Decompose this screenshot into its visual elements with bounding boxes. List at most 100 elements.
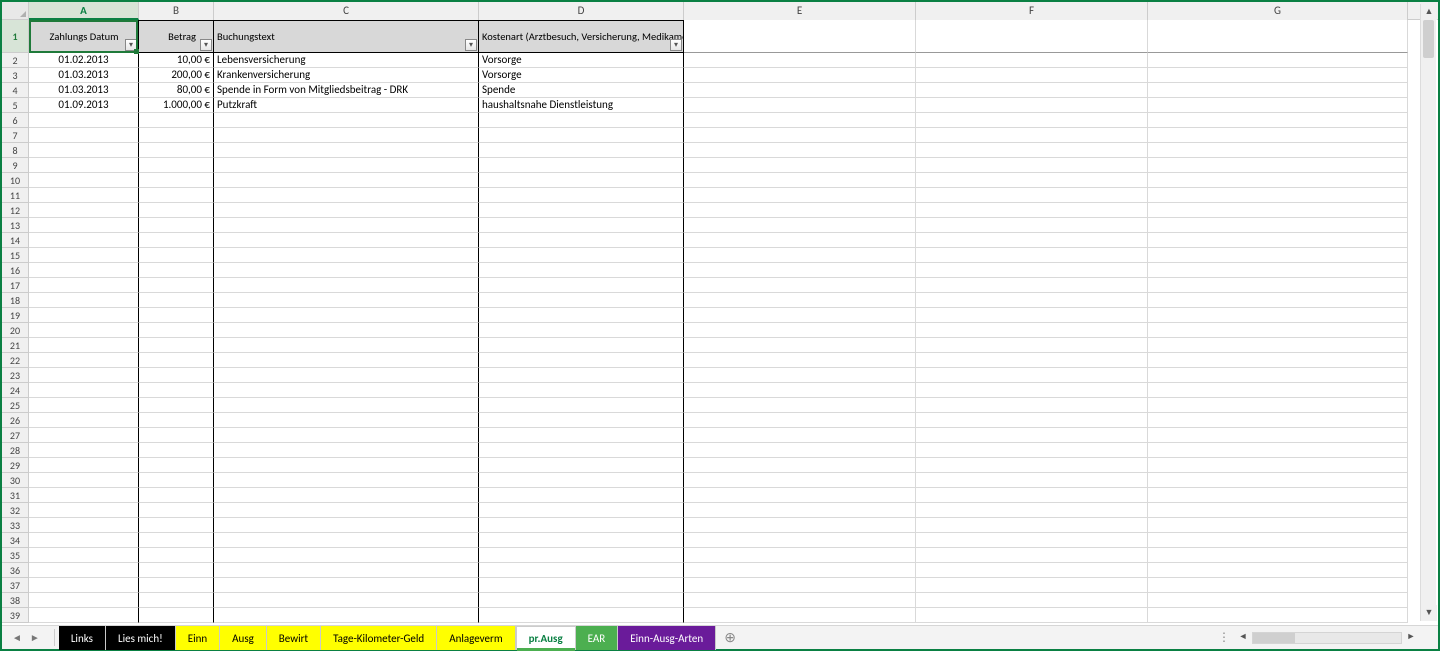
row-header[interactable]: 13: [2, 218, 29, 233]
cell[interactable]: [139, 413, 214, 428]
col-header-D[interactable]: D: [479, 2, 684, 20]
row-header[interactable]: 27: [2, 428, 29, 443]
cell[interactable]: [214, 368, 479, 383]
table-header-D[interactable]: Kostenart (Arztbesuch, Versicherung, Med…: [479, 20, 684, 53]
vertical-scrollbar[interactable]: ▲ ▼: [1420, 4, 1436, 621]
cell[interactable]: [916, 473, 1148, 488]
cell[interactable]: [916, 458, 1148, 473]
hscroll-thumb[interactable]: [1253, 633, 1295, 643]
cell[interactable]: [916, 128, 1148, 143]
cell[interactable]: [916, 278, 1148, 293]
sheet-tab-ear[interactable]: EAR: [576, 626, 619, 650]
cell[interactable]: Spende: [479, 83, 684, 98]
cell[interactable]: [684, 188, 916, 203]
cell[interactable]: [1148, 368, 1408, 383]
cell[interactable]: [214, 503, 479, 518]
cell[interactable]: [479, 203, 684, 218]
cell[interactable]: [1148, 293, 1408, 308]
cell[interactable]: [29, 308, 139, 323]
sheet-tab-pr-ausg[interactable]: pr.Ausg: [516, 626, 576, 650]
cell[interactable]: [684, 548, 916, 563]
row-header[interactable]: 11: [2, 188, 29, 203]
cell[interactable]: [214, 248, 479, 263]
row-header[interactable]: 17: [2, 278, 29, 293]
cell[interactable]: [916, 323, 1148, 338]
cell[interactable]: [214, 233, 479, 248]
cell[interactable]: [29, 443, 139, 458]
cell[interactable]: [214, 593, 479, 608]
cell[interactable]: [29, 158, 139, 173]
cell[interactable]: [479, 503, 684, 518]
cell[interactable]: [139, 398, 214, 413]
cell[interactable]: Krankenversicherung: [214, 68, 479, 83]
cell[interactable]: [1148, 173, 1408, 188]
cell[interactable]: [479, 248, 684, 263]
cell[interactable]: [29, 368, 139, 383]
row-header[interactable]: 33: [2, 518, 29, 533]
row-header[interactable]: 9: [2, 158, 29, 173]
cell[interactable]: [479, 563, 684, 578]
cell[interactable]: [684, 233, 916, 248]
cell[interactable]: [479, 218, 684, 233]
cell[interactable]: [214, 563, 479, 578]
row-header[interactable]: 12: [2, 203, 29, 218]
row-header[interactable]: 14: [2, 233, 29, 248]
cell[interactable]: [684, 218, 916, 233]
cell[interactable]: [684, 158, 916, 173]
cell[interactable]: [916, 233, 1148, 248]
cell[interactable]: [916, 83, 1148, 98]
cell[interactable]: [214, 128, 479, 143]
cell[interactable]: [139, 353, 214, 368]
cell[interactable]: 80,00 €: [139, 83, 214, 98]
cell[interactable]: [684, 68, 916, 83]
cell[interactable]: [1148, 128, 1408, 143]
cell[interactable]: [139, 143, 214, 158]
col-header-F[interactable]: F: [916, 2, 1148, 20]
cell[interactable]: [684, 278, 916, 293]
cell[interactable]: [29, 563, 139, 578]
tab-nav-buttons[interactable]: ◄ ►: [2, 626, 50, 649]
cell[interactable]: [684, 113, 916, 128]
cell[interactable]: Lebensversicherung: [214, 53, 479, 68]
cell[interactable]: 01.09.2013: [29, 98, 139, 113]
cell[interactable]: [684, 488, 916, 503]
col-header-A[interactable]: A: [29, 2, 139, 20]
cell[interactable]: [684, 503, 916, 518]
cell[interactable]: [684, 293, 916, 308]
cell[interactable]: [1148, 233, 1408, 248]
sheet-tab-ausg[interactable]: Ausg: [220, 626, 267, 650]
cell[interactable]: haushaltsnahe Dienstleistung: [479, 98, 684, 113]
cell[interactable]: [684, 143, 916, 158]
cell[interactable]: [1148, 338, 1408, 353]
cell[interactable]: [29, 203, 139, 218]
filter-dropdown-icon[interactable]: ▾: [200, 39, 212, 51]
cell[interactable]: [29, 533, 139, 548]
cell[interactable]: [29, 143, 139, 158]
scroll-down-icon[interactable]: ▼: [1421, 605, 1437, 621]
cell[interactable]: [29, 458, 139, 473]
cell[interactable]: [684, 608, 916, 623]
cell[interactable]: [479, 548, 684, 563]
table-header-B[interactable]: Betrag▾: [139, 20, 214, 53]
col-header-C[interactable]: C: [214, 2, 479, 20]
cell[interactable]: [139, 113, 214, 128]
cell[interactable]: [214, 113, 479, 128]
cell[interactable]: [139, 578, 214, 593]
cell[interactable]: [139, 548, 214, 563]
cell[interactable]: [1148, 158, 1408, 173]
cell[interactable]: [479, 353, 684, 368]
sheet-tab-bewirt[interactable]: Bewirt: [267, 626, 321, 650]
cell[interactable]: [684, 248, 916, 263]
cell[interactable]: [1148, 383, 1408, 398]
row-header[interactable]: 34: [2, 533, 29, 548]
cell[interactable]: [29, 353, 139, 368]
cell[interactable]: [916, 368, 1148, 383]
cell[interactable]: [139, 533, 214, 548]
row-header[interactable]: 8: [2, 143, 29, 158]
scroll-up-icon[interactable]: ▲: [1421, 4, 1437, 20]
cell[interactable]: [1148, 308, 1408, 323]
cell[interactable]: [29, 128, 139, 143]
tabbar-drag-handle-icon[interactable]: ⋮: [1218, 630, 1230, 645]
cell[interactable]: [29, 518, 139, 533]
row-header[interactable]: 36: [2, 563, 29, 578]
